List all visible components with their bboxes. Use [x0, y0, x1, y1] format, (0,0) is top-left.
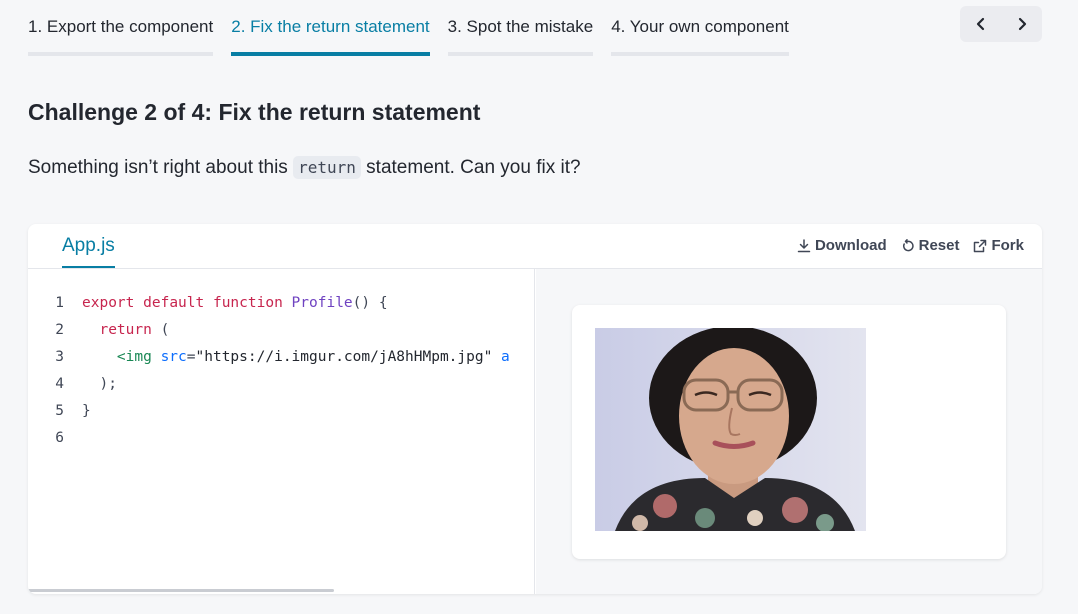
code-line: 1 export default function Profile() { [28, 289, 387, 316]
tab-own-component[interactable]: 4. Your own component [611, 0, 789, 56]
line-number: 3 [55, 348, 64, 365]
code-sandbox: App.js Download Reset Fork 1 export defa… [28, 224, 1042, 594]
preview-card [572, 305, 1006, 559]
next-challenge-button[interactable] [1001, 6, 1042, 42]
download-icon [797, 238, 811, 252]
tab-spot-mistake[interactable]: 3. Spot the mistake [447, 0, 594, 56]
line-number: 6 [55, 429, 64, 446]
line-number: 5 [55, 402, 64, 419]
challenge-title: Challenge 2 of 4: Fix the return stateme… [28, 99, 480, 126]
file-tab-app-js[interactable]: App.js [62, 224, 115, 268]
code-line: 5 } [28, 397, 90, 424]
line-number: 2 [55, 321, 64, 338]
code-text: export default function Profile() { [82, 294, 388, 311]
fork-button[interactable]: Fork [973, 237, 1024, 254]
code-line: 6 [28, 424, 64, 451]
code-text: return ( [99, 321, 170, 338]
challenge-nav [960, 6, 1042, 42]
reset-button[interactable]: Reset [901, 237, 960, 254]
challenge-tabs: 1. Export the component 2. Fix the retur… [28, 0, 789, 58]
download-button[interactable]: Download [797, 237, 887, 254]
tab-fix-return[interactable]: 2. Fix the return statement [231, 0, 430, 56]
horizontal-scrollbar[interactable] [28, 589, 334, 592]
code-text: <img src="https://i.imgur.com/jA8hHMpm.j… [116, 348, 510, 365]
inline-code-return: return [293, 156, 361, 179]
tab-export-component[interactable]: 1. Export the component [28, 0, 214, 56]
code-line: 4 ); [28, 370, 117, 397]
challenge-name: Fix the return statement [218, 99, 481, 125]
code-line: 3 <img src="https://i.imgur.com/jA8hHMpm… [28, 343, 510, 370]
previous-challenge-button[interactable] [960, 6, 1001, 42]
code-text: ); [82, 375, 117, 392]
line-number: 1 [55, 294, 64, 311]
download-label: Download [814, 237, 887, 254]
challenge-prefix: Challenge 2 of 4: [28, 99, 213, 125]
code-editor[interactable]: 1 export default function Profile() { 2 … [28, 269, 535, 594]
code-text: } [82, 402, 91, 419]
external-link-icon [974, 239, 987, 252]
preview-pane [536, 269, 1042, 594]
portrait-illustration [595, 328, 866, 531]
desc-text-after: statement. Can you fix it? [366, 157, 581, 178]
fork-label: Fork [991, 237, 1024, 254]
reset-label: Reset [918, 237, 960, 254]
profile-photo [595, 328, 866, 531]
code-line: 2 return ( [28, 316, 169, 343]
chevron-left-icon [976, 17, 984, 31]
reset-icon [902, 238, 914, 251]
line-number: 4 [55, 375, 64, 392]
challenge-description: Something isn’t right about this return … [28, 156, 581, 179]
desc-text-before: Something isn’t right about this [28, 157, 288, 178]
chevron-right-icon [1018, 17, 1026, 31]
sandbox-actions: Download Reset Fork [797, 237, 1024, 254]
sandbox-header: App.js Download Reset Fork [28, 224, 1042, 269]
